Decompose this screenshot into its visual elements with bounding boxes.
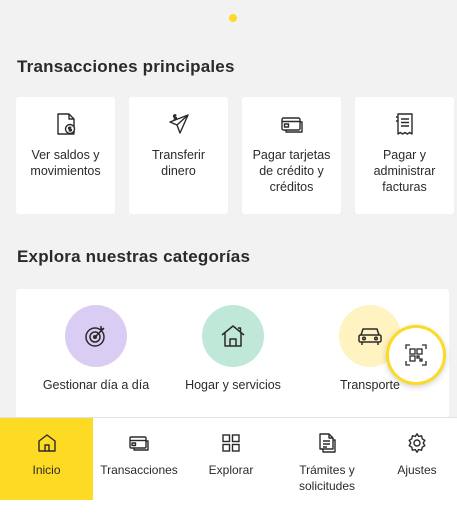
page-indicator-dot [229, 14, 237, 22]
qr-scan-icon [405, 344, 427, 366]
card-label: Pagar tarjetas de crédito y créditos [252, 148, 331, 194]
qr-scan-button[interactable] [386, 325, 446, 385]
car-icon [358, 328, 382, 345]
categorias-panel: Gestionar día a día Hogar y servicios Tr… [16, 289, 449, 419]
document-money-icon [53, 111, 79, 137]
category-circle [202, 305, 264, 367]
bottom-navigation: Inicio Transacciones Explorar Trámites y… [0, 417, 457, 516]
target-icon [85, 326, 105, 347]
documents-icon [319, 433, 336, 453]
category-gestionar[interactable]: Gestionar día a día [36, 305, 156, 394]
category-label: Transporte [340, 378, 400, 392]
nav-item-inicio[interactable]: Inicio [0, 418, 93, 500]
category-hogar[interactable]: Hogar y servicios [173, 305, 293, 394]
card-pagar-facturas[interactable]: Pagar y administrar facturas [355, 97, 454, 214]
card-label: Transferir dinero [151, 148, 205, 178]
nav-label: Trámites y solicitudes [298, 463, 356, 493]
card-ver-saldos[interactable]: Ver saldos y movimientos [16, 97, 115, 214]
section-title-categorias: Explora nuestras categorías [17, 247, 251, 266]
house-icon [221, 325, 245, 347]
nav-item-transacciones[interactable]: Transacciones [93, 418, 185, 500]
home-icon [37, 434, 56, 452]
nav-label: Inicio [32, 463, 61, 477]
nav-item-tramites[interactable]: Trámites y solicitudes [277, 418, 377, 500]
credit-card-icon [129, 436, 149, 451]
credit-card-icon [279, 111, 305, 137]
nav-label: Transacciones [100, 463, 178, 477]
nav-label: Explorar [208, 463, 254, 477]
nav-label: Ajustes [397, 463, 437, 477]
category-circle [65, 305, 127, 367]
paper-plane-money-icon [166, 111, 192, 137]
nav-item-explorar[interactable]: Explorar [185, 418, 277, 500]
invoice-icon [392, 111, 418, 137]
card-label: Pagar y administrar facturas [373, 148, 436, 194]
section-title-transacciones: Transacciones principales [17, 57, 235, 76]
transacciones-grid: Ver saldos y movimientos Transferir dine… [16, 97, 454, 214]
category-label: Gestionar día a día [42, 378, 150, 392]
card-transferir[interactable]: Transferir dinero [129, 97, 228, 214]
grid-icon [222, 434, 240, 452]
card-label: Ver saldos y movimientos [30, 148, 101, 178]
nav-item-ajustes[interactable]: Ajustes [377, 418, 457, 500]
card-pagar-tarjetas[interactable]: Pagar tarjetas de crédito y créditos [242, 97, 341, 214]
gear-icon [408, 433, 426, 453]
category-label: Hogar y servicios [185, 378, 281, 392]
